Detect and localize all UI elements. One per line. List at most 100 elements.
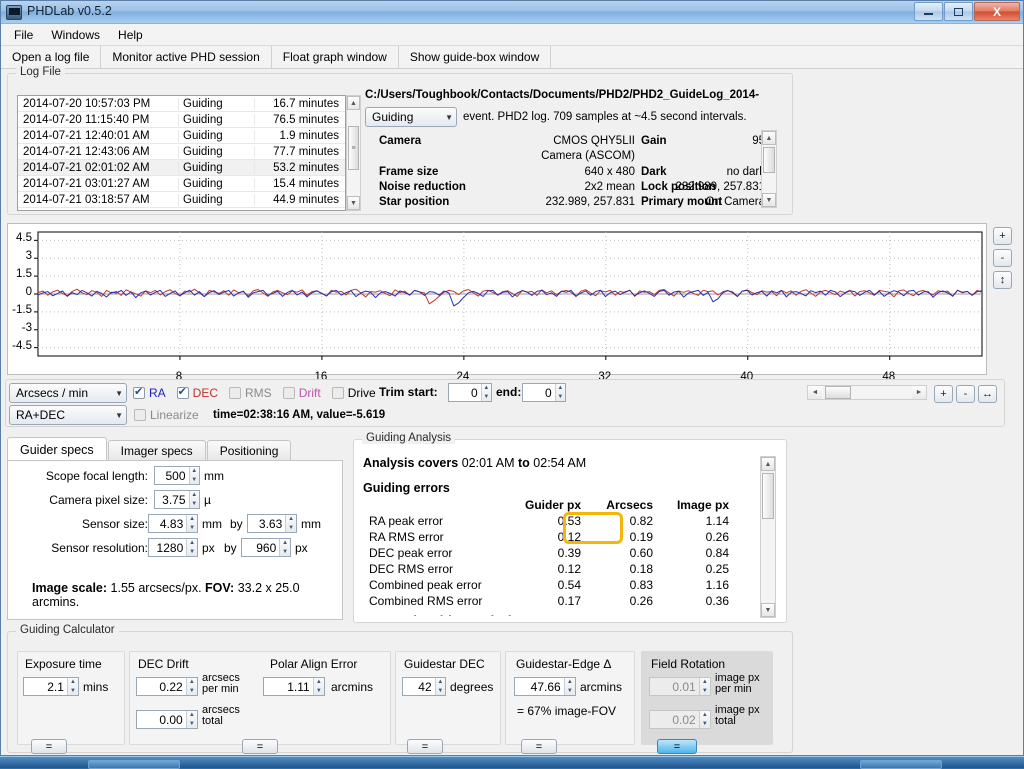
spin-down-icon[interactable]: ▼	[187, 687, 197, 696]
spin-down-icon[interactable]: ▼	[68, 687, 78, 696]
spin-up-icon[interactable]: ▲	[565, 678, 575, 687]
table-row[interactable]: 2014-07-20 10:57:03 PM Guiding 16.7 minu…	[18, 96, 345, 112]
scroll-down-icon[interactable]: ▼	[762, 193, 776, 207]
scroll-right-icon[interactable]: ►	[912, 386, 926, 399]
scrollbar-thumb[interactable]	[763, 147, 775, 173]
log-list-scrollbar[interactable]: ▲ ≡ ▼	[346, 95, 361, 211]
trim-end-input[interactable]: ▲▼	[522, 383, 566, 402]
scroll-left-icon[interactable]: ◄	[808, 386, 822, 399]
scroll-up-icon[interactable]: ▲	[347, 96, 360, 110]
scrollbar-thumb[interactable]: ≡	[348, 126, 359, 170]
table-row-selected[interactable]: 2014-07-21 02:01:02 AM Guiding 53.2 minu…	[18, 160, 345, 176]
checkbox-drift[interactable]: Drift	[282, 386, 321, 400]
spin-down-icon[interactable]: ▼	[190, 500, 200, 509]
spin-up-icon[interactable]: ▲	[482, 384, 491, 393]
spin-down-icon[interactable]: ▼	[700, 720, 710, 729]
spin-up-icon[interactable]: ▲	[187, 678, 197, 687]
toolbar-show-guide-box-window[interactable]: Show guide-box window	[399, 45, 552, 69]
checkbox-dec[interactable]: DEC	[176, 385, 218, 400]
guidestar-dec-equals-button[interactable]: =	[407, 739, 443, 754]
field-rotation-equals-button[interactable]: =	[657, 739, 697, 754]
checkbox-ra[interactable]: RA	[133, 385, 166, 400]
scope-focal-length-input[interactable]: ▲▼	[154, 466, 200, 485]
guidestar-edge-equals-button[interactable]: =	[521, 739, 557, 754]
checkbox-ra-box[interactable]	[133, 385, 145, 399]
table-row[interactable]: 2014-07-21 12:40:01 AM Guiding 1.9 minut…	[18, 128, 345, 144]
sensor-resolution-height-input[interactable]: ▲▼	[241, 538, 291, 557]
sensor-resolution-width-input[interactable]: ▲▼	[148, 538, 198, 557]
spin-down-icon[interactable]: ▼	[190, 476, 200, 485]
checkbox-rms-box[interactable]	[229, 387, 242, 399]
spin-down-icon[interactable]: ▼	[187, 524, 197, 533]
guidestar-dec-input[interactable]: ▲▼	[402, 677, 446, 696]
tab-imager-specs[interactable]: Imager specs	[107, 440, 206, 461]
table-row[interactable]: 2014-07-21 03:01:27 AM Guiding 15.4 minu…	[18, 176, 345, 192]
log-file-list[interactable]: 2014-07-20 10:57:03 PM Guiding 16.7 minu…	[17, 95, 346, 211]
spin-down-icon[interactable]: ▼	[286, 524, 296, 533]
spin-down-icon[interactable]: ▼	[436, 687, 445, 696]
spin-up-icon[interactable]: ▲	[286, 515, 296, 524]
spin-up-icon[interactable]: ▲	[187, 515, 197, 524]
checkbox-dec-box[interactable]	[176, 385, 189, 399]
menu-item-help[interactable]: Help	[109, 26, 152, 44]
trim-start-input[interactable]: ▲▼	[448, 383, 492, 402]
guiding-analysis-scrollbar[interactable]: ▲ ▼	[760, 456, 776, 618]
units-combo[interactable]: Arcsecs / min ▼	[9, 383, 127, 403]
exposure-time-equals-button[interactable]: =	[31, 739, 67, 754]
spin-up-icon[interactable]: ▲	[314, 678, 324, 687]
spin-down-icon[interactable]: ▼	[187, 548, 197, 557]
spin-up-icon[interactable]: ▲	[700, 711, 710, 720]
exposure-time-input[interactable]: ▲▼	[23, 677, 79, 696]
scrollbar-thumb[interactable]	[762, 473, 774, 519]
spin-down-icon[interactable]: ▼	[700, 687, 710, 696]
spin-up-icon[interactable]: ▲	[436, 678, 445, 687]
spin-down-icon[interactable]: ▼	[280, 548, 290, 557]
graph-horizontal-scrollbar[interactable]: ◄ ►	[807, 385, 927, 400]
spin-up-icon[interactable]: ▲	[700, 678, 710, 687]
checkbox-drive[interactable]: Drive	[331, 386, 376, 400]
spin-up-icon[interactable]: ▲	[187, 711, 197, 720]
scroll-up-icon[interactable]: ▲	[762, 131, 776, 145]
dec-drift-per-min-input[interactable]: ▲▼	[136, 677, 198, 696]
spin-down-icon[interactable]: ▼	[556, 393, 565, 402]
sensor-size-height-input[interactable]: ▲▼	[247, 514, 297, 533]
menu-item-file[interactable]: File	[5, 26, 42, 44]
field-rotation-total-input[interactable]: ▲▼	[649, 710, 711, 729]
scrollbar-thumb[interactable]	[825, 386, 851, 399]
event-type-combo[interactable]: Guiding ▼	[365, 107, 457, 127]
spin-up-icon[interactable]: ▲	[280, 539, 290, 548]
spin-down-icon[interactable]: ▼	[314, 687, 324, 696]
menu-item-windows[interactable]: Windows	[42, 26, 109, 44]
vzoom-fit-button[interactable]: ↕	[993, 271, 1012, 289]
table-row[interactable]: 2014-07-21 12:43:06 AM Guiding 77.7 minu…	[18, 144, 345, 160]
axes-combo[interactable]: RA+DEC ▼	[9, 405, 127, 425]
guiding-graph[interactable]	[7, 223, 987, 375]
camera-pixel-size-input[interactable]: ▲▼	[154, 490, 200, 509]
spin-up-icon[interactable]: ▲	[190, 491, 200, 500]
zoom-in-button[interactable]: +	[934, 385, 953, 403]
spin-up-icon[interactable]: ▲	[190, 467, 200, 476]
spin-down-icon[interactable]: ▼	[482, 393, 491, 402]
checkbox-drift-box[interactable]	[282, 387, 295, 399]
scroll-down-icon[interactable]: ▼	[761, 603, 775, 617]
checkbox-drive-box[interactable]	[331, 387, 344, 399]
minimize-button[interactable]	[914, 2, 943, 21]
close-button[interactable]: X	[974, 2, 1020, 21]
tab-positioning[interactable]: Positioning	[206, 440, 292, 461]
scroll-up-icon[interactable]: ▲	[761, 457, 775, 471]
session-info-scrollbar[interactable]: ▲ ▼	[761, 130, 777, 208]
maximize-button[interactable]	[944, 2, 973, 21]
zoom-fit-button[interactable]: ↔	[978, 385, 997, 403]
zoom-out-button[interactable]: -	[956, 385, 975, 403]
scroll-down-icon[interactable]: ▼	[347, 196, 360, 210]
dec-drift-total-input[interactable]: ▲▼	[136, 710, 198, 729]
spin-up-icon[interactable]: ▲	[68, 678, 78, 687]
toolbar-monitor-session[interactable]: Monitor active PHD session	[101, 45, 272, 69]
table-row[interactable]: 2014-07-21 03:18:57 AM Guiding 44.9 minu…	[18, 192, 345, 208]
tab-guider-specs[interactable]: Guider specs	[7, 437, 107, 461]
guidestar-edge-input[interactable]: ▲▼	[514, 677, 576, 696]
polar-align-error-input[interactable]: ▲▼	[263, 677, 325, 696]
checkbox-rms[interactable]: RMS	[229, 386, 272, 400]
checkbox-linearize[interactable]: Linearize	[134, 408, 199, 422]
vzoom-in-button[interactable]: +	[993, 227, 1012, 245]
